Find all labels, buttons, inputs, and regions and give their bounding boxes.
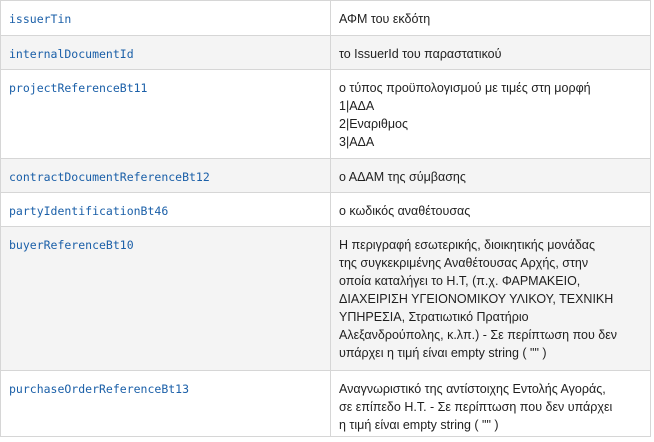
field-name: internalDocumentId (0, 35, 331, 70)
description-line: σε επίπεδο Η.Τ. - Σε περίπτωση που δεν υ… (339, 400, 613, 414)
description-line: ο τύπος προϋπολογισμού με τιμές στη μορφ… (339, 81, 591, 95)
table-row: buyerReferenceBt10 Η περιγραφή εσωτερική… (0, 226, 651, 371)
description-line: ο ΑΔΑΜ της σύμβασης (339, 170, 466, 184)
description-line: Αλεξανδρούπολης, κ.λπ.) - Σε περίπτωση π… (339, 328, 618, 342)
table-row: issuerTin ΑΦΜ του εκδότη (0, 0, 651, 36)
description-line: το IssuerId του παραστατικού (339, 47, 502, 61)
description-line: ΥΠΗΡΕΣΙΑ, Στρατιωτικό Πρατήριο (339, 310, 529, 324)
description-line: Αναγνωριστικό της αντίστοιχης Εντολής Αγ… (339, 382, 606, 396)
table-row: internalDocumentId το IssuerId του παρασ… (0, 35, 651, 70)
description-line: υπάρχει η τιμή είναι empty string ( "" ) (339, 346, 547, 360)
field-name: purchaseOrderReferenceBt13 (0, 370, 331, 437)
table-row: contractDocumentReferenceBt12 ο ΑΔΑΜ της… (0, 158, 651, 193)
field-name: contractDocumentReferenceBt12 (0, 158, 331, 193)
description-line: ΔΙΑΧΕΙΡΙΣΗ ΥΓΕΙΟΝΟΜΙΚΟΥ ΥΛΙΚΟΥ, ΤΕΧΝΙΚΗ (339, 292, 614, 306)
description-line: ο κωδικός αναθέτουσας (339, 204, 471, 218)
field-description: ο ΑΔΑΜ της σύμβασης (330, 158, 651, 193)
description-line: 2|Εναριθμος (339, 117, 409, 131)
description-line: η τιμή είναι empty string ( "" ) (339, 418, 499, 432)
description-line: 1|ΑΔΑ (339, 99, 375, 113)
field-name: projectReferenceBt11 (0, 69, 331, 159)
field-description: Η περιγραφή εσωτερικής, διοικητικής μονά… (330, 226, 651, 371)
field-definitions-table: issuerTin ΑΦΜ του εκδότη internalDocumen… (0, 0, 651, 437)
description-line: 3|ΑΔΑ (339, 135, 375, 149)
field-description: ο τύπος προϋπολογισμού με τιμές στη μορφ… (330, 69, 651, 159)
description-line: της συγκεκριμένης Αναθέτουσας Αρχής, στη… (339, 256, 589, 270)
table-row: projectReferenceBt11 ο τύπος προϋπολογισ… (0, 69, 651, 159)
table-row: partyIdentificationBt46 ο κωδικός αναθέτ… (0, 192, 651, 227)
field-name: partyIdentificationBt46 (0, 192, 331, 227)
field-description: το IssuerId του παραστατικού (330, 35, 651, 70)
table-row: purchaseOrderReferenceBt13 Αναγνωριστικό… (0, 370, 651, 437)
description-line: οποία καταλήγει το Η.Τ, (π.χ. ΦΑΡΜΑΚΕΙΟ, (339, 274, 581, 288)
field-description: Αναγνωριστικό της αντίστοιχης Εντολής Αγ… (330, 370, 651, 437)
description-line: Η περιγραφή εσωτερικής, διοικητικής μονά… (339, 238, 596, 252)
field-name: issuerTin (0, 0, 331, 36)
description-line: ΑΦΜ του εκδότη (339, 12, 431, 26)
field-name: buyerReferenceBt10 (0, 226, 331, 371)
field-description: ΑΦΜ του εκδότη (330, 0, 651, 36)
field-description: ο κωδικός αναθέτουσας (330, 192, 651, 227)
